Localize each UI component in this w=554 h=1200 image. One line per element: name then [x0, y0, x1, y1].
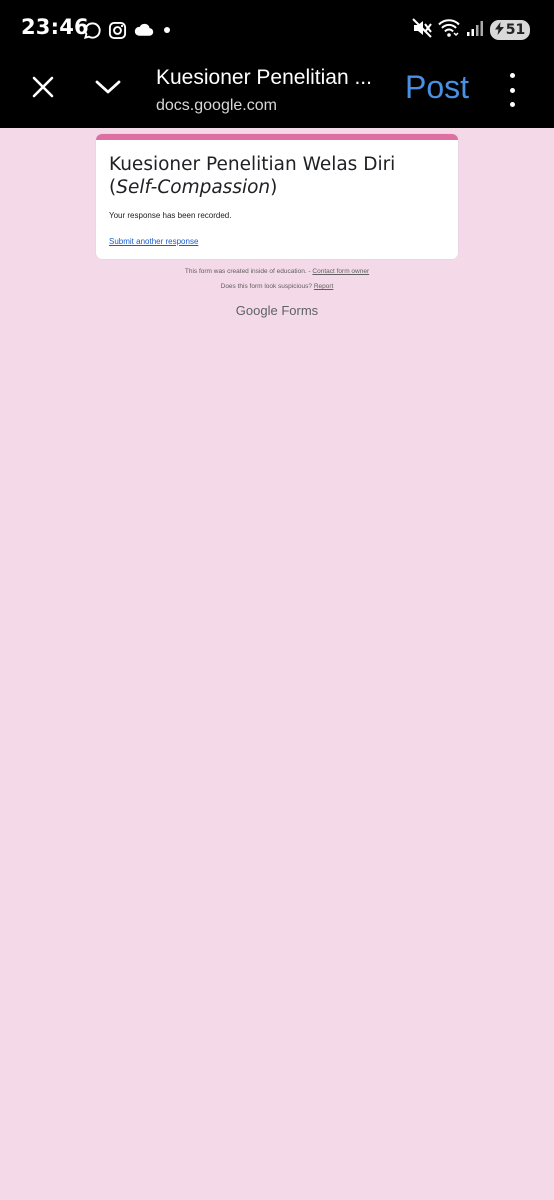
instagram-icon	[108, 21, 127, 40]
submit-another-link[interactable]: Submit another response	[109, 237, 198, 246]
form-confirmation-card: Kuesioner Penelitian Welas Diri (Self-Co…	[96, 134, 458, 259]
wifi-icon	[438, 18, 460, 43]
charging-bolt-icon	[494, 21, 504, 39]
status-bar: 23:46 51	[0, 0, 554, 58]
brand-forms: Forms	[281, 303, 319, 318]
mute-icon	[412, 17, 432, 43]
report-link[interactable]: Report	[314, 283, 334, 290]
chat-bubble-icon	[83, 21, 102, 40]
form-title: Kuesioner Penelitian Welas Diri (Self-Co…	[109, 154, 396, 198]
browser-toolbar: Kuesioner Penelitian ... docs.google.com…	[0, 58, 554, 128]
status-time: 23:46	[21, 15, 89, 39]
system-icons: 51	[412, 16, 530, 44]
battery-level: 51	[505, 22, 526, 38]
cloud-icon	[133, 22, 154, 38]
minimize-button[interactable]	[88, 70, 128, 108]
close-button[interactable]	[24, 70, 62, 108]
more-vert-icon	[509, 73, 515, 78]
footer-created-line: This form was created inside of educatio…	[184, 268, 370, 275]
brand-google: Google	[235, 303, 278, 318]
page-title: Kuesioner Penelitian ...	[156, 66, 372, 89]
close-icon	[32, 76, 54, 103]
chevron-down-icon	[95, 79, 121, 100]
top-app-bar: 23:46 51 Kuesioner Penelitian ... docs.g…	[0, 0, 554, 128]
post-button[interactable]: Post	[405, 66, 469, 108]
more-options-button[interactable]	[500, 73, 524, 107]
notification-dot-icon	[160, 23, 174, 37]
notification-icons	[83, 18, 174, 42]
form-title-italic: Self-Compassion	[116, 177, 271, 198]
footer-suspicious-line: Does this form look suspicious? Report	[220, 283, 334, 290]
battery-indicator: 51	[490, 20, 530, 40]
contact-form-owner-link[interactable]: Contact form owner	[312, 268, 369, 275]
form-accent-bar	[96, 134, 458, 140]
page-url: docs.google.com	[156, 97, 277, 114]
confirmation-message: Your response has been recorded.	[109, 211, 232, 220]
signal-icon	[466, 19, 484, 42]
google-forms-logo[interactable]: Google Forms	[0, 303, 554, 318]
page-info: Kuesioner Penelitian ... docs.google.com	[156, 64, 391, 118]
